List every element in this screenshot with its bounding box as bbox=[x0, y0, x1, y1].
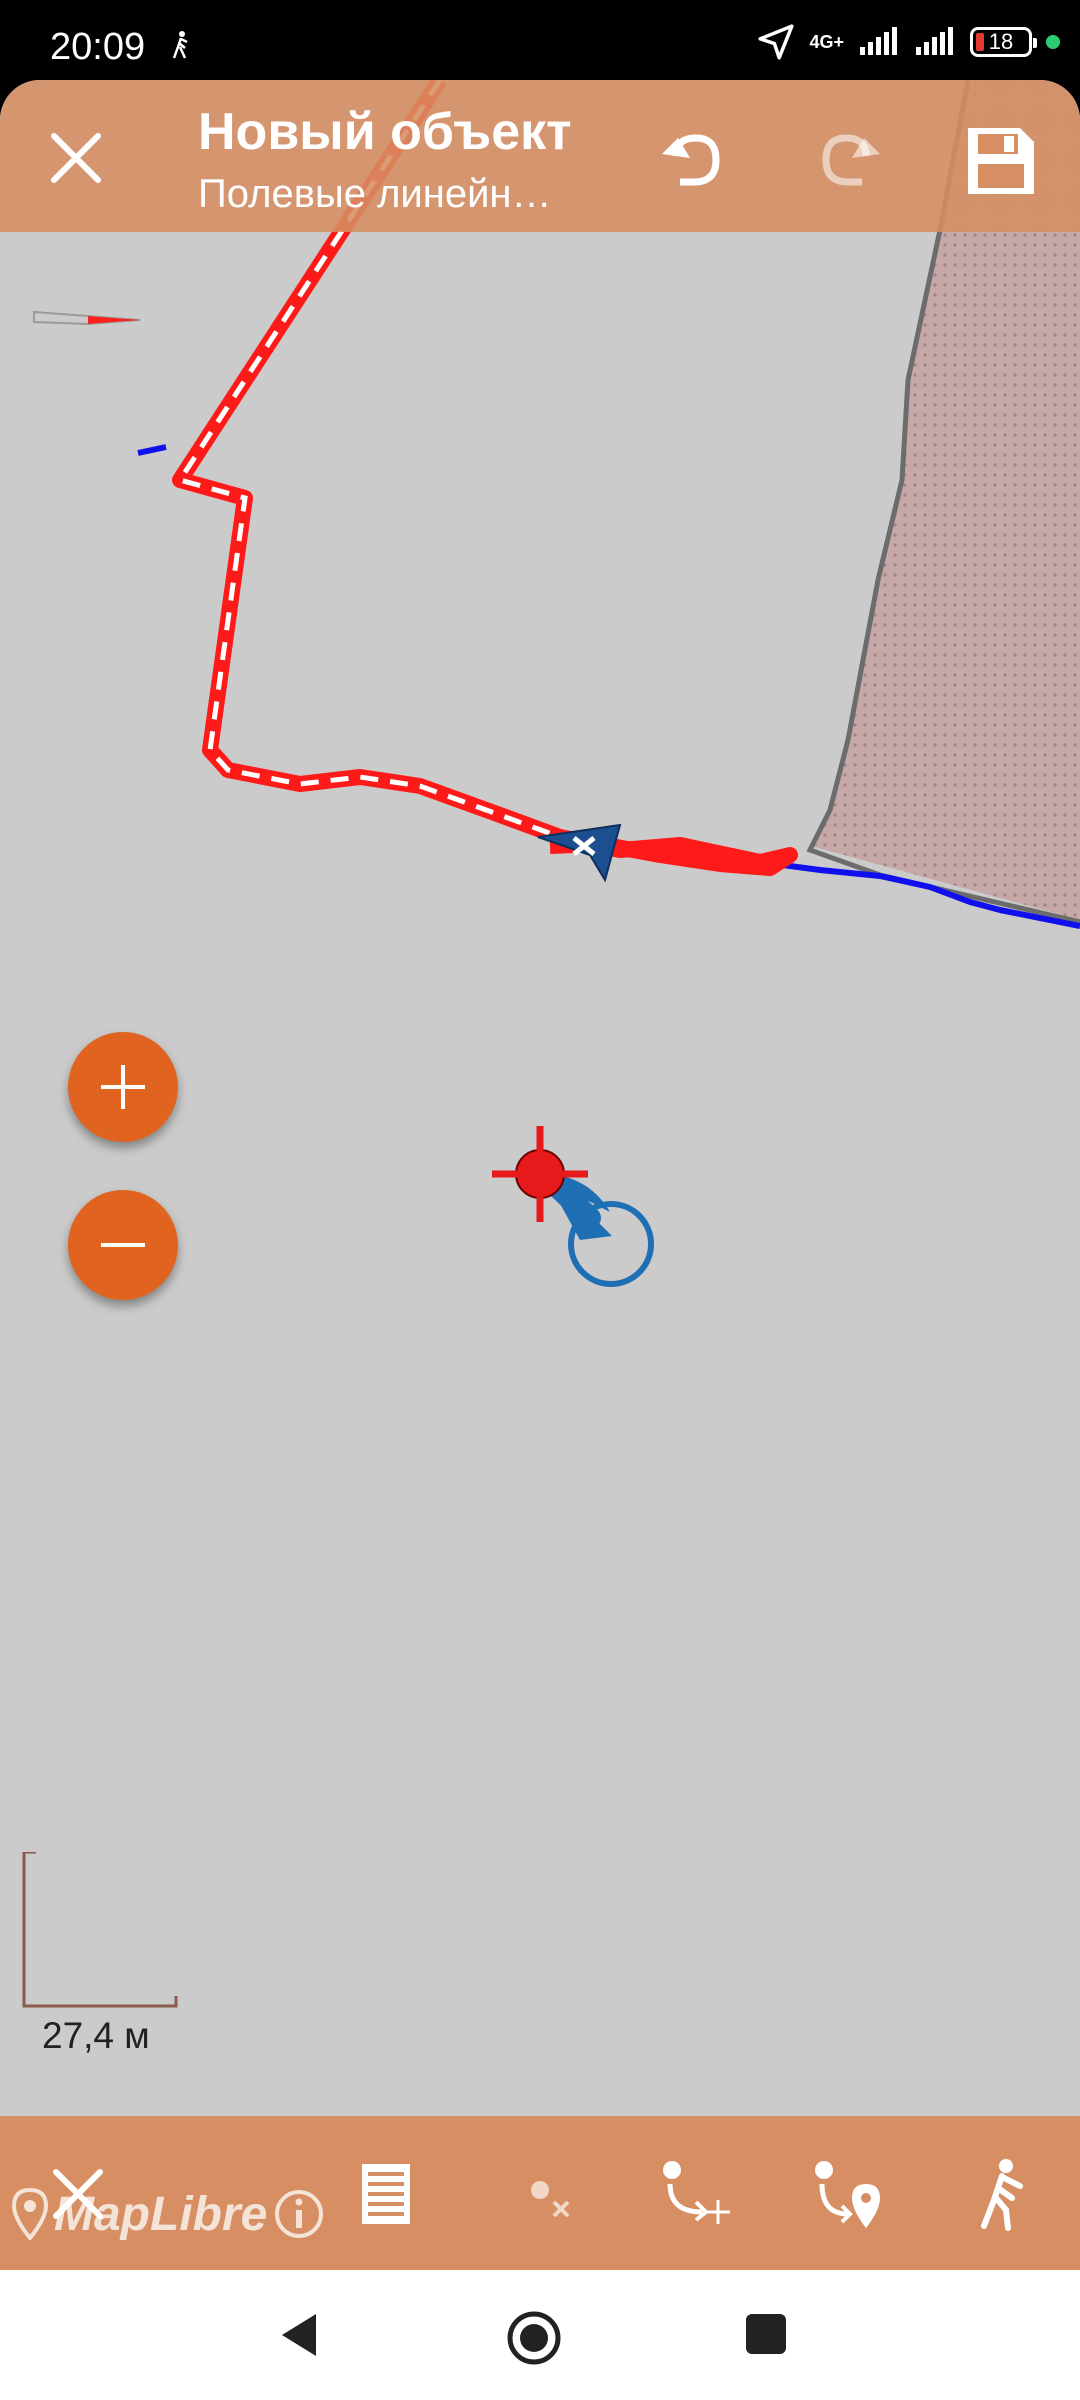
privacy-dot bbox=[1046, 35, 1060, 49]
home-icon[interactable] bbox=[506, 2310, 562, 2366]
undo-icon[interactable] bbox=[654, 120, 734, 200]
zoom-out-button[interactable] bbox=[68, 1190, 178, 1300]
info-icon[interactable] bbox=[273, 2188, 325, 2240]
recents-icon[interactable] bbox=[746, 2314, 786, 2354]
redo-icon[interactable] bbox=[808, 120, 888, 200]
scale-label: 27,4 м bbox=[42, 2015, 150, 2056]
maplibre-logo: MapLibre bbox=[54, 2187, 268, 2241]
zoom-in-button[interactable] bbox=[68, 1032, 178, 1142]
walk-mode-icon[interactable] bbox=[962, 2154, 1042, 2234]
location-arrow-icon bbox=[758, 24, 795, 60]
activity-walk-icon bbox=[172, 31, 188, 59]
scale-bar bbox=[22, 1852, 178, 2008]
plus-icon bbox=[101, 1065, 145, 1109]
map-pin-icon bbox=[12, 2188, 48, 2240]
delete-point-icon[interactable] bbox=[512, 2154, 592, 2234]
map-attribution: MapLibre bbox=[12, 2184, 325, 2244]
battery-level: 18 bbox=[988, 29, 1014, 54]
back-icon[interactable] bbox=[276, 2310, 326, 2360]
network-type: 4G+ bbox=[809, 32, 844, 52]
status-bar: 20:09 4G+ 18 bbox=[0, 0, 1080, 80]
page-title: Новый объект bbox=[198, 103, 572, 161]
minus-icon bbox=[101, 1243, 145, 1247]
signal-icon bbox=[860, 27, 897, 55]
signal-icon-2 bbox=[916, 27, 953, 55]
save-icon[interactable] bbox=[960, 120, 1040, 200]
app-window: Новый объект Полевые линейн… 27,4 м MapL… bbox=[0, 80, 1080, 2270]
edit-toolbar: Новый объект Полевые линейн… bbox=[0, 80, 1080, 232]
add-vertex-icon[interactable] bbox=[654, 2154, 734, 2234]
layer-subtitle: Полевые линейн… bbox=[198, 172, 552, 216]
system-navigation-bar bbox=[0, 2270, 1080, 2400]
add-point-on-location-icon[interactable] bbox=[808, 2154, 888, 2234]
list-icon[interactable] bbox=[346, 2154, 426, 2234]
clock: 20:09 bbox=[50, 26, 146, 68]
battery-indicator: 18 bbox=[970, 27, 1037, 57]
close-icon[interactable] bbox=[40, 122, 112, 194]
